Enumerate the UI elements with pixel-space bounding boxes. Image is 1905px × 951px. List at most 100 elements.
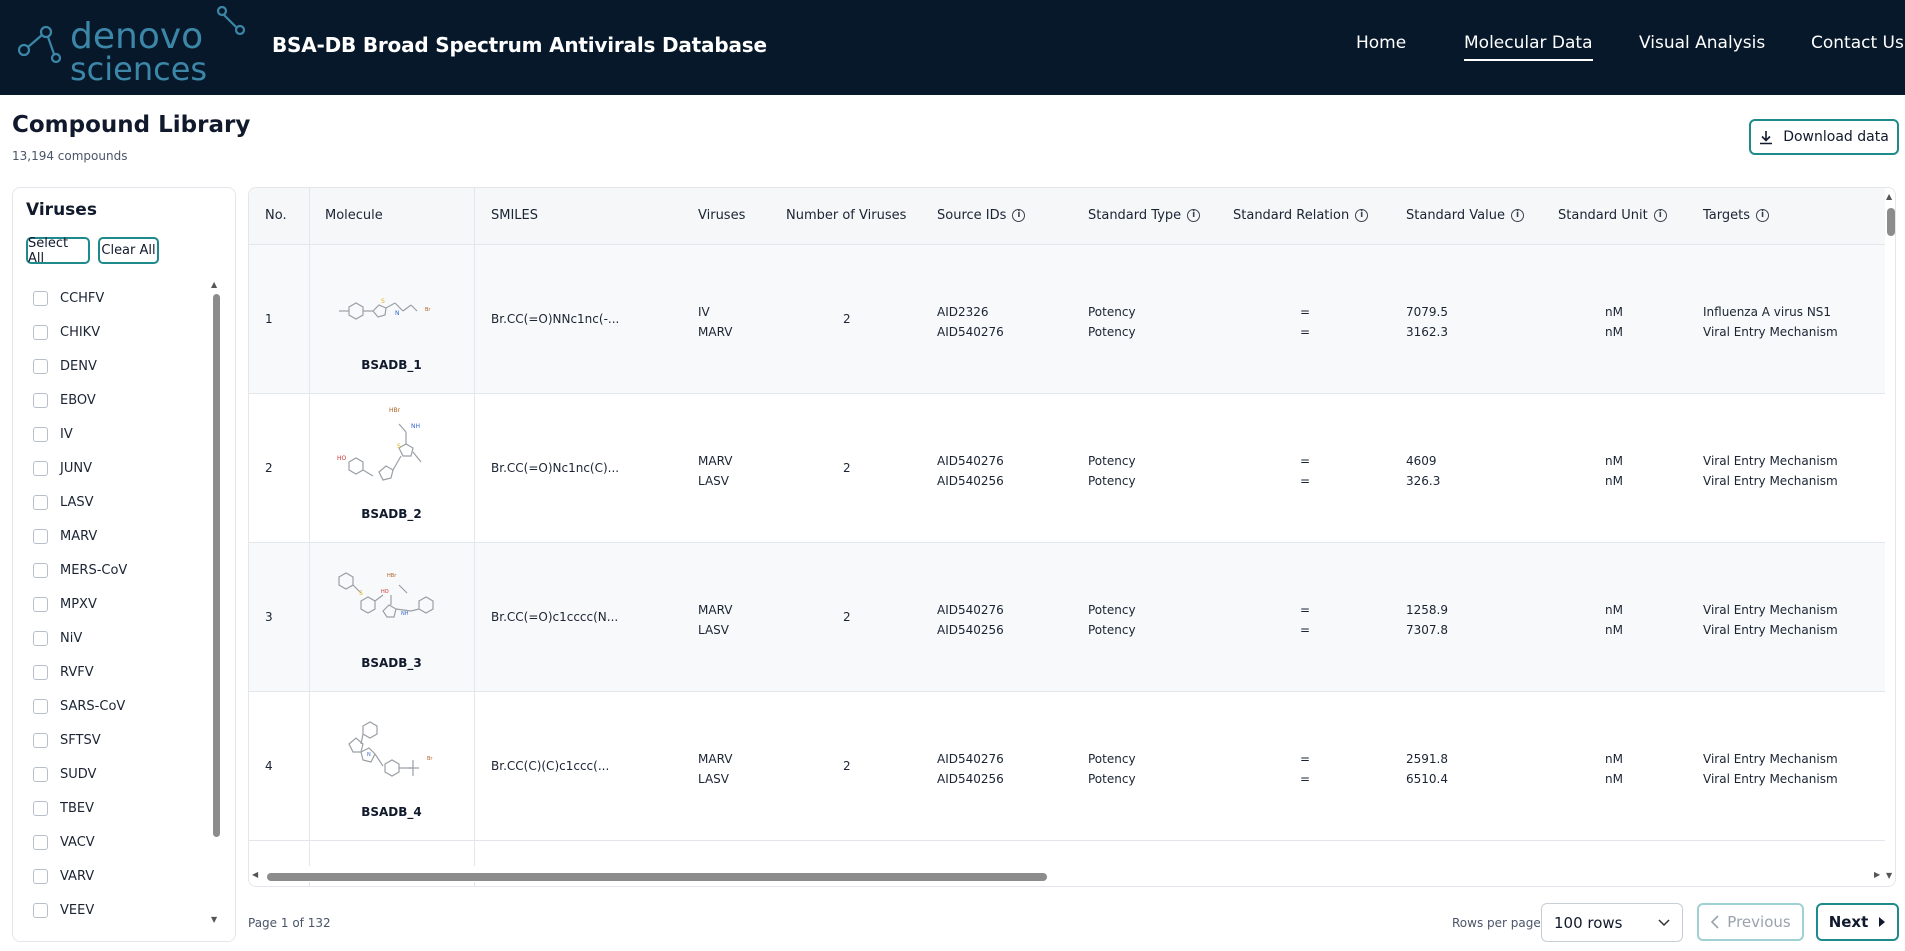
col-header-no[interactable]: No.	[265, 208, 287, 223]
virus-option-ebov[interactable]: EBOV	[33, 383, 127, 417]
virus-list-scrollbar[interactable]	[213, 294, 220, 837]
checkbox[interactable]	[33, 868, 48, 884]
svg-text:S: S	[397, 443, 401, 450]
molecule-structure-image: HO HBr NH S	[337, 407, 422, 481]
svg-text:S: S	[381, 298, 385, 305]
targets-cell: Viral Entry Mechanism Viral Entry Mechani…	[1703, 454, 1838, 488]
checkbox[interactable]	[33, 902, 48, 918]
checkbox[interactable]	[33, 358, 48, 374]
virus-option-sars-cov[interactable]: SARS-CoV	[33, 689, 127, 723]
row-number: 4	[265, 759, 273, 773]
virus-option-veev[interactable]: VEEV	[33, 893, 127, 927]
info-icon[interactable]: i	[1756, 209, 1769, 222]
col-header-source-ids[interactable]: Source IDs i	[937, 208, 1026, 223]
checkbox[interactable]	[33, 766, 48, 782]
table-row[interactable]: 3 S HBr HO NH BSADB_3 Br.CC(=O)c1cccc(N.…	[249, 543, 1885, 692]
virus-option-cchfv[interactable]: CCHFV	[33, 281, 127, 315]
scroll-down-arrow-icon[interactable]: ▼	[211, 915, 217, 924]
source-ids-cell: AID2326 AID540276	[937, 305, 1004, 339]
nav-contact-us[interactable]: Contact Us	[1811, 33, 1904, 53]
scroll-up-arrow-icon[interactable]: ▲	[211, 280, 217, 289]
nav-home[interactable]: Home	[1356, 33, 1406, 53]
checkbox[interactable]	[33, 426, 48, 442]
table-row[interactable]: 2 HO HBr NH S BSADB_2 Br.CC(=O)Nc1nc(C).…	[249, 394, 1885, 543]
molecule-structure-image: S HBr HO NH	[338, 572, 434, 618]
col-header-number-of-viruses[interactable]: Number of Viruses	[786, 208, 906, 223]
table-row[interactable]: 1 S N Br BSADB_1 Br.CC(=O)NNc1nc(-... IV…	[249, 245, 1885, 394]
molecule-cell[interactable]: S HBr HO NH BSADB_3	[309, 543, 474, 692]
info-icon[interactable]: i	[1510, 209, 1524, 222]
col-header-smiles[interactable]: SMILES	[491, 208, 538, 223]
checkbox[interactable]	[33, 834, 48, 850]
checkbox[interactable]	[33, 732, 48, 748]
col-header-standard-value[interactable]: Standard Value i	[1406, 208, 1524, 223]
checkbox[interactable]	[33, 630, 48, 646]
virus-option-mpxv[interactable]: MPXV	[33, 587, 127, 621]
checkbox[interactable]	[33, 562, 48, 578]
virus-option-iv[interactable]: IV	[33, 417, 127, 451]
nav-visual-analysis[interactable]: Visual Analysis	[1639, 33, 1765, 53]
col-header-molecule[interactable]: Molecule	[325, 208, 383, 223]
virus-option-varv[interactable]: VARV	[33, 859, 127, 893]
vertical-scrollbar[interactable]	[1887, 208, 1895, 236]
checkbox[interactable]	[33, 698, 48, 714]
info-icon[interactable]: i	[1355, 209, 1369, 222]
download-data-button[interactable]: Download data	[1749, 119, 1899, 155]
scroll-up-arrow-icon[interactable]: ▲	[1886, 192, 1892, 201]
checkbox[interactable]	[33, 800, 48, 816]
checkbox[interactable]	[33, 494, 48, 510]
download-data-label: Download data	[1783, 129, 1889, 145]
info-icon[interactable]: i	[1187, 209, 1201, 222]
number-of-viruses-cell: 2	[843, 759, 851, 773]
checkbox[interactable]	[33, 324, 48, 340]
molecule-cell[interactable]: HO HBr NH S BSADB_2	[309, 394, 474, 543]
compound-count: 13,194 compounds	[12, 149, 128, 163]
previous-label: Previous	[1727, 913, 1791, 931]
scroll-down-arrow-icon[interactable]: ▼	[1886, 871, 1892, 880]
checkbox[interactable]	[33, 290, 48, 306]
select-all-button[interactable]: Select All	[26, 236, 90, 266]
checkbox[interactable]	[33, 460, 48, 476]
col-header-viruses[interactable]: Viruses	[698, 208, 745, 223]
virus-option-mers-cov[interactable]: MERS-CoV	[33, 553, 127, 587]
virus-option-sudv[interactable]: SUDV	[33, 757, 127, 791]
info-icon[interactable]: i	[1653, 209, 1667, 222]
scroll-right-arrow-icon[interactable]: ▶	[1874, 870, 1880, 879]
denovo-sciences-logo[interactable]: denovo sciences	[18, 6, 250, 86]
virus-option-denv[interactable]: DENV	[33, 349, 127, 383]
virus-option-vacv[interactable]: VACV	[33, 825, 127, 859]
info-icon[interactable]: i	[1012, 209, 1026, 222]
checkbox[interactable]	[33, 664, 48, 680]
col-header-standard-unit[interactable]: Standard Unit i	[1558, 208, 1667, 223]
molecule-cell[interactable]: Br N BSADB_4	[309, 692, 474, 841]
virus-option-sftsv[interactable]: SFTSV	[33, 723, 127, 757]
molecule-structure-image: S N Br	[339, 298, 431, 320]
virus-option-lasv[interactable]: LASV	[33, 485, 127, 519]
virus-option-marv[interactable]: MARV	[33, 519, 127, 553]
horizontal-scrollbar[interactable]	[267, 873, 1047, 881]
scroll-left-arrow-icon[interactable]: ◀	[252, 870, 258, 879]
virus-option-chikv[interactable]: CHIKV	[33, 315, 127, 349]
clear-all-button[interactable]: Clear All	[98, 237, 159, 264]
checkbox[interactable]	[33, 392, 48, 408]
col-header-targets[interactable]: Targets i	[1703, 208, 1769, 223]
virus-option-rvfv[interactable]: RVFV	[33, 655, 127, 689]
svg-text:HO: HO	[337, 455, 347, 462]
rows-per-page-select[interactable]: 100 rows	[1541, 903, 1683, 942]
previous-page-button[interactable]: Previous	[1697, 903, 1804, 941]
next-page-button[interactable]: Next	[1816, 903, 1899, 941]
col-header-standard-type[interactable]: Standard Type i	[1088, 208, 1201, 223]
col-header-standard-relation[interactable]: Standard Relation i	[1233, 208, 1369, 223]
targets-cell: Viral Entry Mechanism Viral Entry Mechani…	[1703, 603, 1838, 637]
checkbox[interactable]	[33, 528, 48, 544]
table-row[interactable]: 4 Br N BSADB_4 Br.CC(C)(C)c1ccc(... MARV…	[249, 692, 1885, 841]
row-number: 2	[265, 461, 273, 475]
checkbox[interactable]	[33, 596, 48, 612]
virus-option-niv[interactable]: NiV	[33, 621, 127, 655]
molecule-cell[interactable]: S N Br BSADB_1	[309, 245, 474, 394]
virus-option-tbev[interactable]: TBEV	[33, 791, 127, 825]
standard-value-cell: 4609 326.3	[1406, 454, 1441, 488]
nav-molecular-data[interactable]: Molecular Data	[1464, 33, 1593, 61]
virus-option-junv[interactable]: JUNV	[33, 451, 127, 485]
viruses-cell: MARV LASV	[698, 752, 733, 786]
